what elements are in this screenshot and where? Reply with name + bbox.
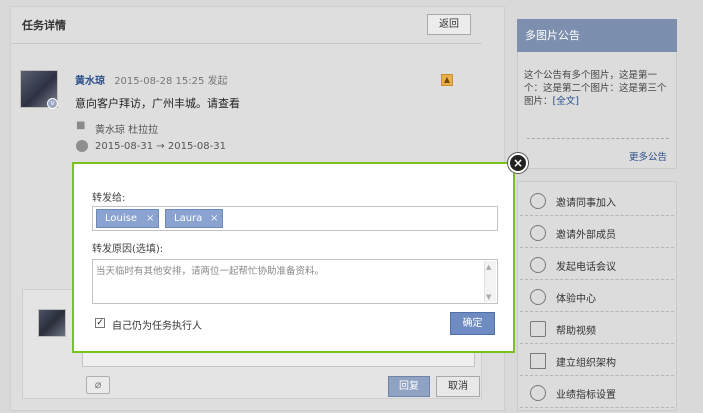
- reason-text[interactable]: 当天临时有其他安排，请两位一起帮忙协助准备资料。: [96, 263, 324, 277]
- menu-label: 邀请外部成员: [556, 230, 616, 241]
- menu-help-video[interactable]: 帮助视频: [520, 313, 674, 344]
- task-participants: 黄水琼 杜拉拉: [95, 125, 159, 136]
- task-description: 意向客户拜访，广州丰城。请查看: [75, 97, 240, 110]
- timer-icon: [530, 385, 546, 401]
- phone-icon: [530, 257, 546, 273]
- notice-divider: [527, 138, 669, 139]
- reply-avatar: [38, 309, 66, 337]
- confirm-button[interactable]: 确定: [450, 312, 495, 335]
- attachment-button[interactable]: ⌀: [86, 376, 110, 394]
- close-dialog-button[interactable]: ×: [508, 153, 528, 173]
- menu-label: 体验中心: [556, 294, 596, 305]
- menu-experience-center[interactable]: 体验中心: [520, 281, 674, 312]
- back-button[interactable]: 返回: [427, 14, 471, 35]
- menu-label: 建立组织架构: [556, 358, 616, 369]
- person-icon: ■: [76, 120, 86, 131]
- recipient-token[interactable]: Louise ×: [96, 209, 159, 228]
- user-external-icon: [530, 225, 546, 241]
- menu-label: 邀请同事加入: [556, 198, 616, 209]
- menu-invite-external[interactable]: 邀请外部成员: [520, 217, 674, 248]
- keep-executor-label: 自己仍为任务执行人: [112, 321, 202, 332]
- recipient-name: Louise: [105, 213, 137, 224]
- menu-org-chart[interactable]: 建立组织架构: [520, 345, 674, 376]
- menu-phone-meeting[interactable]: 发起电话会议: [520, 249, 674, 280]
- more-notices-link[interactable]: 更多公告: [629, 149, 667, 163]
- author-name[interactable]: 黄水琼: [75, 76, 105, 87]
- recipient-token[interactable]: Laura ×: [165, 209, 223, 228]
- verified-icon: v: [47, 98, 58, 109]
- title-divider: [12, 43, 482, 44]
- notice-text: 这个公告有多个图片，这是第一个：这是第二个图片：这是第三个图片：: [524, 70, 667, 107]
- user-add-icon: [530, 193, 546, 209]
- forward-to-label: 转发给:: [92, 193, 126, 204]
- menu-label: 发起电话会议: [556, 262, 616, 273]
- menu-invite-colleague[interactable]: 邀请同事加入: [520, 185, 674, 216]
- cancel-button[interactable]: 取消: [436, 376, 480, 397]
- recipient-name: Laura: [174, 213, 203, 224]
- reason-label: 转发原因(选填):: [92, 244, 164, 255]
- menu-label: 业绩指标设置: [556, 390, 616, 401]
- keep-executor-checkbox[interactable]: ✓: [95, 318, 105, 328]
- page-title: 任务详情: [22, 19, 66, 32]
- reply-button[interactable]: 回复: [388, 376, 430, 397]
- remove-recipient-icon[interactable]: ×: [146, 210, 154, 227]
- remove-recipient-icon[interactable]: ×: [210, 210, 218, 227]
- menu-kpi-settings[interactable]: 业绩指标设置: [520, 377, 674, 408]
- clover-icon: [530, 289, 546, 305]
- scroll-up-icon[interactable]: ▲: [486, 263, 491, 271]
- notice-body: 这个公告有多个图片，这是第一个：这是第二个图片：这是第三个图片：[全文]: [524, 69, 672, 108]
- org-chart-icon: [530, 353, 546, 369]
- video-icon: [530, 321, 546, 337]
- author-line: 黄水琼 2015-08-28 15:25 发起: [75, 72, 227, 87]
- notice-full-link[interactable]: [全文]: [553, 96, 579, 107]
- clock-icon: [76, 140, 88, 152]
- priority-flag-icon[interactable]: ▲: [441, 74, 453, 86]
- task-date-range: 2015-08-31 → 2015-08-31: [95, 141, 226, 152]
- post-time: 2015-08-28 15:25 发起: [114, 76, 228, 87]
- menu-label: 帮助视频: [556, 326, 596, 337]
- close-icon: ×: [512, 156, 524, 170]
- scroll-down-icon[interactable]: ▼: [486, 293, 491, 301]
- notice-title[interactable]: 多图片公告: [517, 19, 677, 52]
- paperclip-icon: ⌀: [94, 378, 102, 391]
